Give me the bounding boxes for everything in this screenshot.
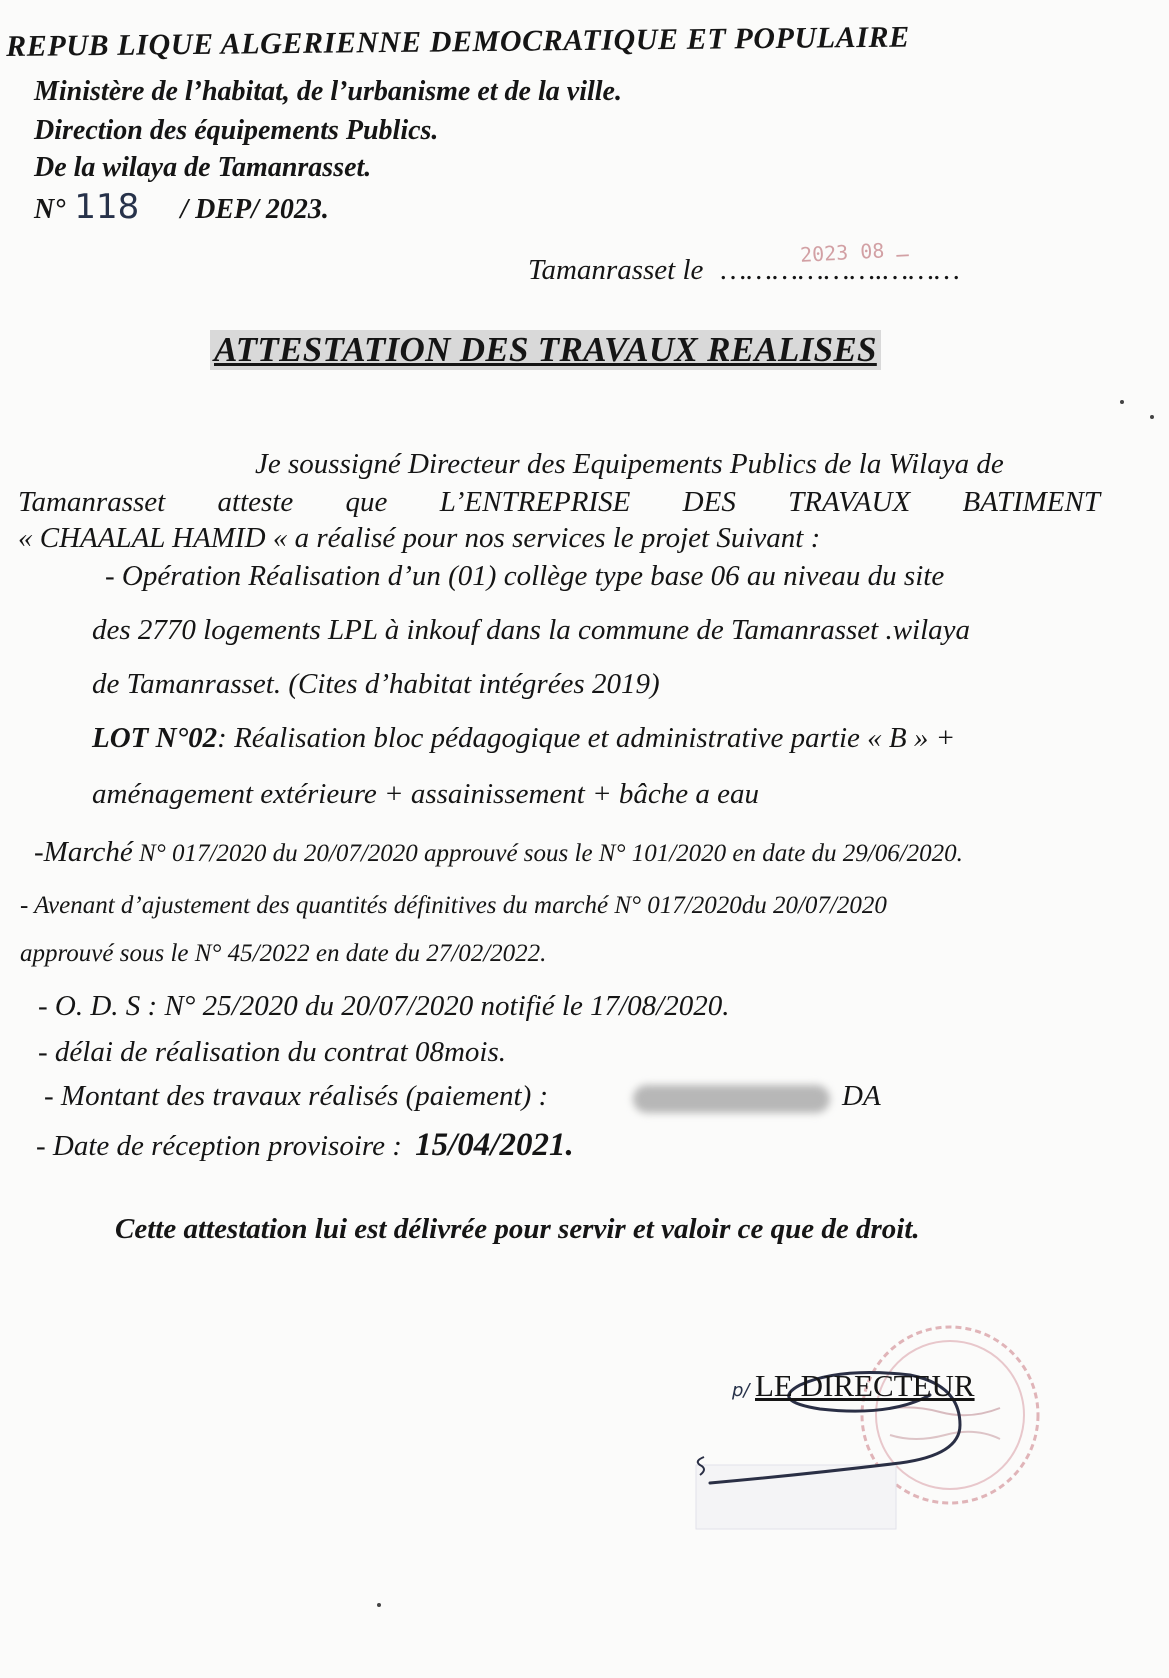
intro-word: Tamanrasset	[18, 486, 166, 518]
signature-title: LE DIRECTEUR	[755, 1368, 975, 1403]
lot-line-1: LOT N°02: Réalisation bloc pédagogique e…	[92, 722, 955, 755]
ref-suffix: / DEP/ 2023.	[180, 194, 329, 225]
ref-number-handwritten: 118	[74, 187, 140, 227]
intro-line-2: Tamanrasset atteste que L’ENTREPRISE DES TRAV…	[18, 486, 1100, 519]
operation-line-2: des 2770 logements LPL à inkouf dans la …	[92, 614, 971, 646]
lot-line-2: aménagement extérieure + assainissement …	[92, 778, 760, 810]
scan-speck	[377, 1603, 381, 1607]
header-wilaya: De la wilaya de Tamanrasset.	[34, 152, 372, 183]
marche-text: N° 017/2020 du 20/07/2020 approuvé sous …	[132, 840, 963, 867]
date-label: Tamanrasset le	[528, 254, 704, 286]
closing-statement: Cette attestation lui est délivrée pour …	[115, 1213, 920, 1245]
ods-line: - O. D. S : N° 25/2020 du 20/07/2020 not…	[38, 990, 730, 1022]
official-stamp	[695, 1325, 1040, 1530]
reception-line: - Date de réception provisoire : 15/04/2…	[36, 1127, 574, 1164]
document-title: ATTESTATION DES TRAVAUX REALISES	[210, 330, 881, 370]
marche-line: -Marché N° 017/2020 du 20/07/2020 approu…	[34, 836, 963, 869]
montant-label: - Montant des travaux réalisés (paiement…	[44, 1080, 549, 1112]
intro-line-1: Je soussigné Directeur des Equipements P…	[255, 448, 1004, 480]
operation-line-3: de Tamanrasset. (Cites d’habitat intégré…	[92, 668, 660, 700]
reception-label: - Date de réception provisoire :	[36, 1130, 402, 1162]
reception-date: 15/04/2021.	[415, 1127, 574, 1163]
intro-word: atteste	[217, 486, 294, 518]
scan-speck	[1120, 400, 1124, 404]
intro-word: L’ENTREPRISE	[439, 486, 631, 518]
scan-speck	[1150, 415, 1154, 419]
intro-word: que	[345, 486, 388, 518]
delai-line: - délai de réalisation du contrat 08mois…	[38, 1036, 506, 1068]
header-republic: REPUB LIQUE ALGERIENNE DEMOCRATIQUE ET P…	[6, 20, 910, 63]
intro-word: DES	[682, 486, 736, 518]
intro-word: TRAVAUX	[788, 486, 911, 518]
lot-label: LOT N°02	[92, 722, 218, 754]
avenant-line-1: - Avenant d’ajustement des quantités déf…	[20, 892, 887, 919]
date-line: Tamanrasset le ……………….………	[528, 254, 960, 287]
signature-block: p/	[732, 1380, 750, 1401]
intro-line-3: « CHAALAL HAMID « a réalisé pour nos ser…	[18, 522, 821, 554]
avenant-line-2: approuvé sous le N° 45/2022 en date du 2…	[20, 940, 547, 967]
document-page: REPUB LIQUE ALGERIENNE DEMOCRATIQUE ET P…	[0, 0, 1169, 1678]
ref-prefix: N°	[34, 194, 66, 225]
date-dots: ……………….………	[720, 254, 960, 286]
redacted-amount	[633, 1085, 830, 1113]
operation-line-1: - Opération Réalisation d’un (01) collèg…	[105, 560, 945, 592]
lot-text-1: : Réalisation bloc pédagogique et admini…	[217, 722, 956, 754]
header-ministry: Ministère de l’habitat, de l’urbanisme e…	[34, 76, 622, 107]
signature-prefix: p/	[732, 1380, 750, 1401]
marche-label: -Marché	[34, 836, 133, 868]
header-reference: N° 118 / DEP/ 2023.	[34, 187, 329, 227]
header-direction: Direction des équipements Publics.	[34, 115, 439, 146]
intro-word: BATIMENT	[962, 486, 1100, 518]
montant-currency: DA	[842, 1080, 881, 1112]
